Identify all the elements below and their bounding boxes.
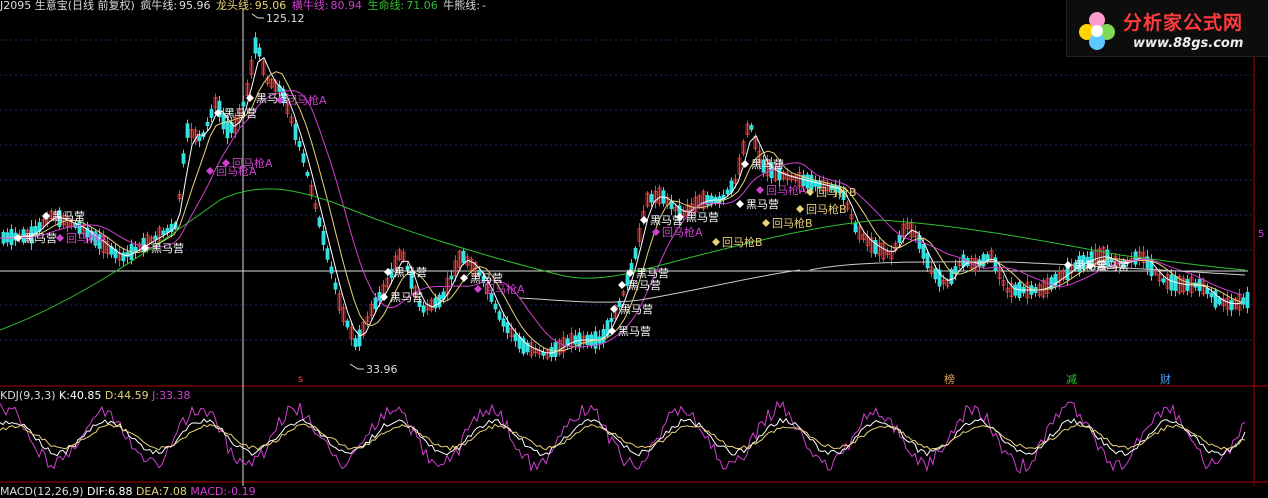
svg-text:黑马营: 黑马营 (751, 157, 784, 171)
ind3-label: 横牛线: (291, 0, 329, 12)
kdj-lines (0, 400, 1246, 474)
ind2-label: 龙头线: (216, 0, 253, 12)
svg-text:回马枪A: 回马枪A (66, 231, 107, 245)
right-axis-marker: 5 (1258, 229, 1264, 240)
svg-text:黑马营: 黑马营 (1096, 259, 1129, 273)
svg-text:黑马营: 黑马营 (746, 197, 779, 211)
kdj-d-label: D: (104, 389, 118, 402)
ind4-value: 71.06 (406, 0, 438, 12)
kdj-header: KDJ(9,3,3) K:40.85 D:44.59 J:33.38 (0, 389, 191, 402)
marker-bang: 榜 (944, 372, 955, 386)
svg-text:回马枪B: 回马枪B (806, 202, 847, 216)
svg-text:回马枪B: 回马枪B (772, 216, 813, 230)
indicator-header: J2095 生意宝(日线 前复权) 疯牛线: 95.96 龙头线: 95.06 横牛… (0, 0, 488, 14)
svg-text:回马枪A: 回马枪A (484, 282, 525, 296)
stock-title: J2095 生意宝(日线 前复权) (0, 0, 135, 12)
marker-cai: 财 (1160, 372, 1171, 386)
svg-text:回马枪A: 回马枪A (662, 225, 703, 239)
svg-text:回马枪B: 回马枪B (816, 185, 857, 199)
svg-text:黑马营: 黑马营 (686, 210, 719, 224)
svg-text:黑马营: 黑马营 (394, 265, 427, 279)
svg-text:回马枪A: 回马枪A (286, 93, 327, 107)
marker-jian: 减 (1066, 373, 1077, 386)
kdj-d-value: 44.59 (117, 389, 149, 402)
svg-text:黑马营: 黑马营 (24, 231, 57, 245)
ind1-value: 95.96 (179, 0, 211, 12)
ind5-label: 牛熊线: (443, 0, 480, 12)
logo-url: www.88gs.com (1133, 36, 1244, 51)
svg-text:回马枪A: 回马枪A (232, 156, 273, 170)
ind3-value: 80.94 (330, 0, 362, 12)
svg-text:回马枪A: 回马枪A (766, 183, 807, 197)
ind5-value: - (481, 0, 486, 12)
kdj-k-label: K: (59, 389, 70, 402)
kdj-j-value: 33.38 (159, 389, 191, 402)
svg-text:回马枪B: 回马枪B (722, 235, 763, 249)
svg-text:黑马营: 黑马营 (390, 290, 423, 304)
svg-text:黑马营: 黑马营 (52, 209, 85, 223)
kdj-k-value: 40.85 (69, 389, 102, 402)
logo-title: 分析家公式网 (1123, 12, 1244, 34)
ind4-label: 生命线: (367, 0, 405, 12)
svg-text:黑马营: 黑马营 (256, 91, 289, 105)
site-logo[interactable]: 分析家公式网 www.88gs.com (1066, 0, 1268, 57)
ind1-label: 疯牛线: (140, 0, 178, 12)
svg-text:黑马营: 黑马营 (636, 266, 669, 280)
low-annotation: 33.96 (349, 363, 398, 376)
low-label: 33.96 (366, 363, 398, 376)
kdj-title: KDJ(9,3,3) (0, 389, 56, 402)
price-chart[interactable]: 黑马营黑马营黑马营黑马营黑马营黑马营黑马营 黑马营黑马营黑马营黑马营黑马营黑马营黑… (0, 0, 1268, 492)
svg-text:黑马营: 黑马营 (151, 241, 184, 255)
ind2-value: 95.06 (254, 0, 287, 12)
marker-s: s (298, 374, 303, 385)
flower-logo-icon (1079, 12, 1115, 50)
svg-text:黑马营: 黑马营 (628, 278, 661, 292)
svg-text:黑马营: 黑马营 (224, 106, 257, 120)
svg-text:黑马营: 黑马营 (618, 324, 651, 338)
svg-text:黑马营: 黑马营 (620, 302, 653, 316)
